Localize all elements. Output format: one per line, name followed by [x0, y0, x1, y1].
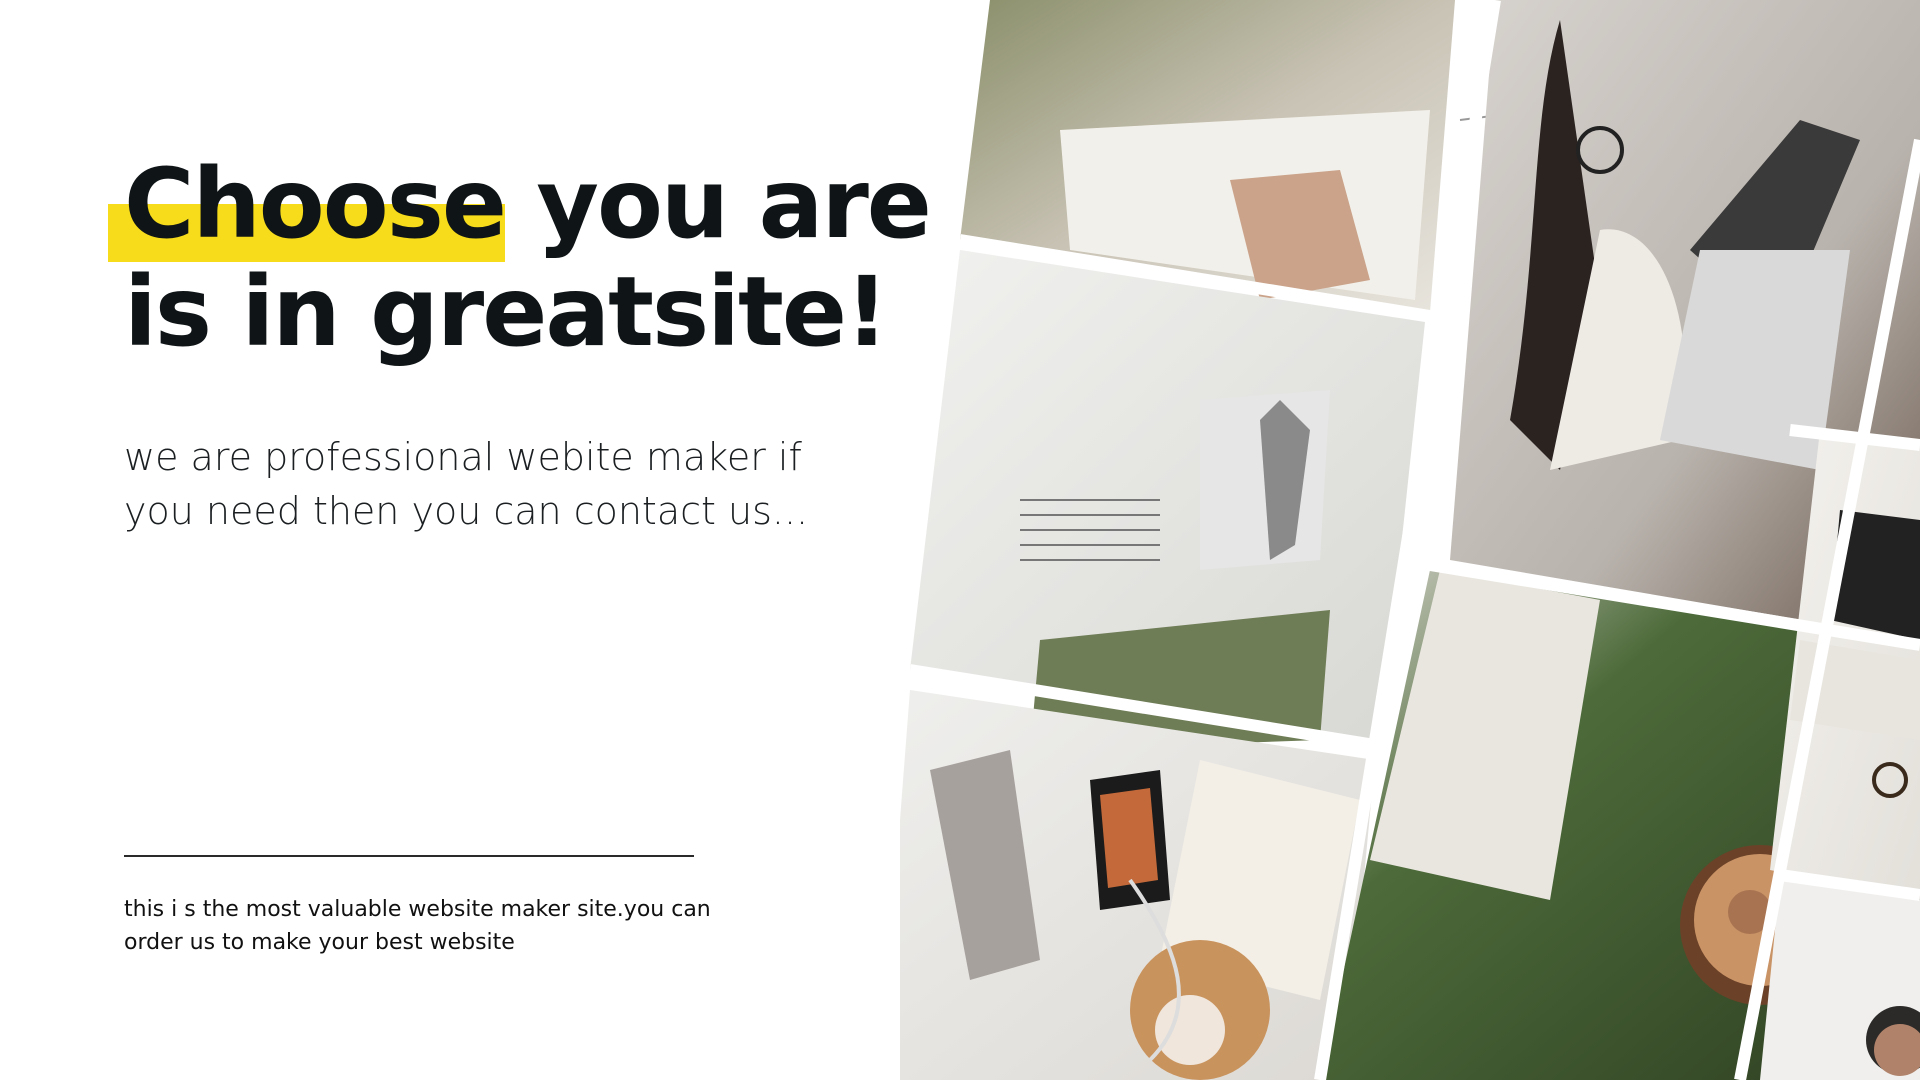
person-portrait-photo — [1760, 880, 1920, 1080]
divider — [124, 855, 694, 857]
headline-line1-rest: you are — [504, 148, 932, 260]
photo-collage — [900, 0, 1920, 1080]
hero-subtitle: we are professional webite maker if you … — [124, 435, 809, 533]
hero-headline: Choose you are is in greatsite! — [108, 148, 932, 368]
footer-description: this i s the most valuable website maker… — [124, 897, 711, 955]
collage-svg — [900, 0, 1920, 1080]
desk-flatlay-photo — [900, 690, 1375, 1080]
editorial-layout-photo — [910, 250, 1425, 750]
headline-highlight-word: Choose — [108, 148, 507, 262]
hero-text-column: Choose you are is in greatsite! we are p… — [108, 0, 932, 1080]
headline-line2: is in greatsite! — [124, 256, 889, 368]
